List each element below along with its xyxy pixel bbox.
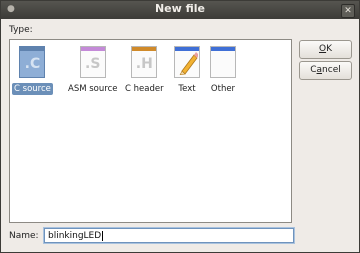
type-item-asm-source[interactable]: .S ASM source	[66, 45, 119, 95]
type-item-label: ASM source	[68, 84, 118, 94]
type-item-label: C header	[125, 84, 164, 94]
window-title: New file	[154, 2, 206, 15]
new-file-dialog: ● New file ✕ Type: .C C source .S ASM so…	[0, 0, 360, 253]
type-item-c-source[interactable]: .C C source	[12, 45, 53, 95]
type-item-other[interactable]: Other	[208, 45, 238, 95]
file-type-list[interactable]: .C C source .S ASM source .H C header Te…	[9, 39, 292, 223]
type-item-label: Text	[178, 84, 196, 94]
type-label: Type:	[9, 25, 33, 35]
name-label: Name:	[9, 231, 39, 241]
c-header-file-icon: .H	[129, 45, 159, 81]
close-icon[interactable]: ✕	[341, 4, 355, 18]
type-item-label: C source	[12, 83, 53, 95]
text-file-icon	[172, 45, 202, 81]
name-input[interactable]: blinkingLED	[44, 228, 294, 243]
c-source-file-icon: .C	[17, 45, 47, 81]
text-caret	[102, 230, 104, 241]
type-item-c-header[interactable]: .H C header	[123, 45, 166, 95]
generic-file-icon	[208, 45, 238, 81]
cancel-button[interactable]: Cancel	[299, 61, 352, 80]
type-item-text[interactable]: Text	[172, 45, 202, 95]
title-bar[interactable]: ● New file ✕	[1, 1, 359, 19]
asm-source-file-icon: .S	[78, 45, 108, 81]
ok-button[interactable]: OK	[299, 40, 352, 59]
name-input-value: blinkingLED	[48, 231, 102, 241]
pencil-icon	[179, 52, 198, 75]
type-item-label: Other	[210, 84, 236, 94]
